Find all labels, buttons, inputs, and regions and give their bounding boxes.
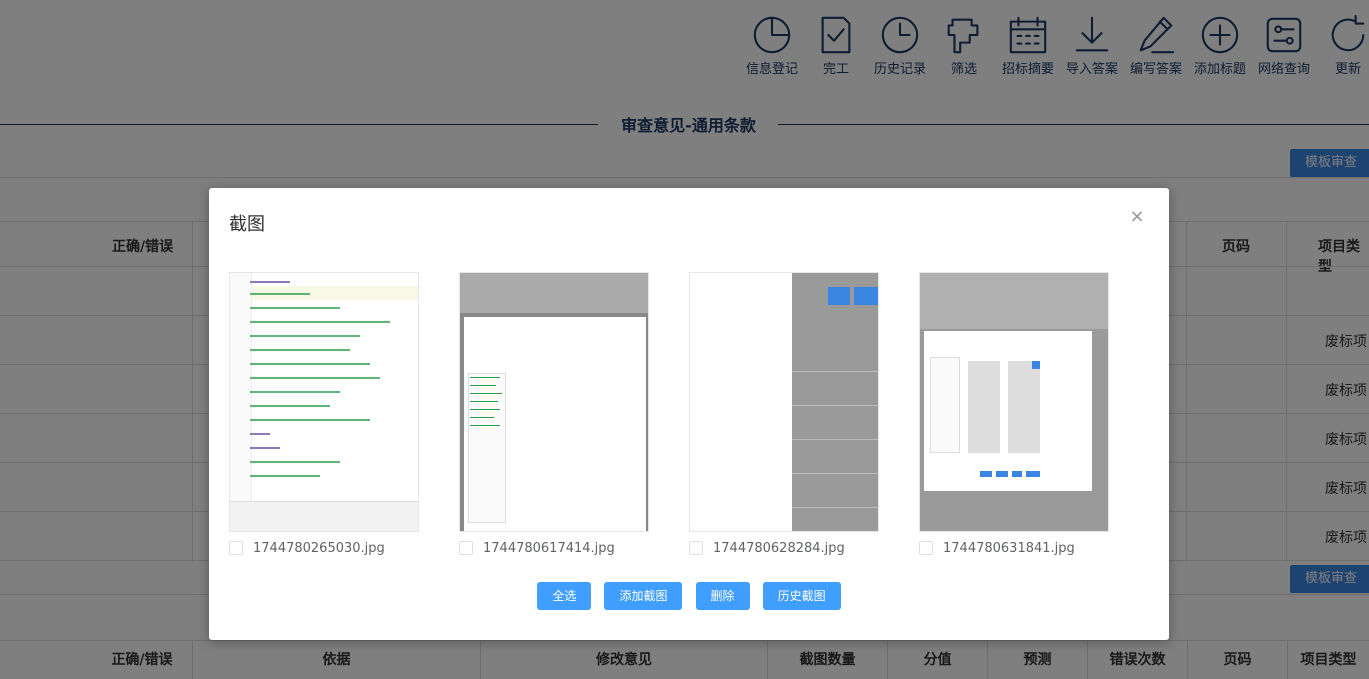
thumbnail-card[interactable]: 1744780265030.jpg xyxy=(229,272,419,556)
delete-button[interactable]: 删除 xyxy=(695,582,750,610)
history-screenshot-button[interactable]: 历史截图 xyxy=(762,582,841,610)
thumbnail-filename: 1744780265030.jpg xyxy=(253,540,385,556)
thumbnail-label: 1744780617414.jpg xyxy=(459,538,679,558)
thumbnail-filename: 1744780617414.jpg xyxy=(483,540,615,556)
thumbnail-label: 1744780628284.jpg xyxy=(689,538,909,558)
thumbnail-image[interactable] xyxy=(229,272,419,532)
add-screenshot-button[interactable]: 添加截图 xyxy=(604,582,683,610)
thumbnail-label: 1744780631841.jpg xyxy=(919,538,1139,558)
thumbnail-grid: 1744780265030.jpg 1744780617414.jpg 1744… xyxy=(229,272,1149,562)
dialog-title: 截图 xyxy=(229,214,265,235)
thumbnail-checkbox[interactable] xyxy=(689,541,703,555)
thumbnail-checkbox[interactable] xyxy=(919,541,933,555)
close-icon[interactable]: × xyxy=(1125,206,1149,230)
thumbnail-checkbox[interactable] xyxy=(229,541,243,555)
thumbnail-checkbox[interactable] xyxy=(459,541,473,555)
thumbnail-image[interactable] xyxy=(689,272,879,532)
thumbnail-card[interactable]: 1744780628284.jpg xyxy=(689,272,879,556)
screenshot-dialog: 截图 × 1744780265030.jpg 1744780617414.jpg… xyxy=(209,188,1169,640)
thumbnail-label: 1744780265030.jpg xyxy=(229,538,449,558)
thumbnail-filename: 1744780628284.jpg xyxy=(713,540,845,556)
dialog-actions: 全选 添加截图 删除 历史截图 xyxy=(209,582,1169,610)
thumbnail-image[interactable] xyxy=(919,272,1109,532)
thumbnail-card[interactable]: 1744780631841.jpg xyxy=(919,272,1109,556)
thumbnail-filename: 1744780631841.jpg xyxy=(943,540,1075,556)
thumbnail-image[interactable] xyxy=(459,272,649,532)
select-all-button[interactable]: 全选 xyxy=(537,582,592,610)
thumbnail-card[interactable]: 1744780617414.jpg xyxy=(459,272,649,556)
